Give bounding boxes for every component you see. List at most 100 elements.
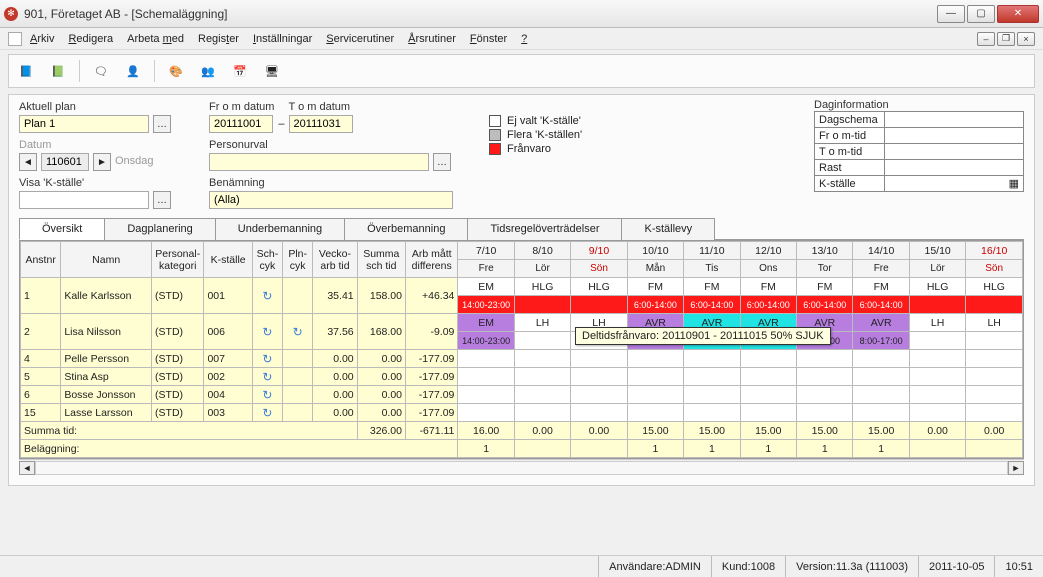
toolbar-btn-7[interactable]: 📅 bbox=[229, 60, 251, 82]
grid-hscroll[interactable]: ◄ ► bbox=[19, 459, 1024, 475]
picker-personurval[interactable]: … bbox=[433, 153, 451, 171]
col-header[interactable]: Anstnr bbox=[21, 242, 61, 278]
menu-arkiv[interactable]: Arkiv bbox=[30, 33, 54, 45]
day-cell[interactable]: EM bbox=[458, 278, 514, 296]
menu-arsrutiner[interactable]: Årsrutiner bbox=[408, 33, 456, 45]
toolbar-btn-3[interactable]: 🗨 bbox=[90, 60, 112, 82]
tab-tidsregelöverträdelser[interactable]: Tidsregelöverträdelser bbox=[467, 218, 622, 240]
sch-icon[interactable]: ↻ bbox=[262, 289, 272, 303]
day-cell[interactable] bbox=[797, 404, 853, 422]
day-cell[interactable] bbox=[571, 404, 627, 422]
day-cell[interactable] bbox=[514, 368, 570, 386]
day-header[interactable]: 13/10 bbox=[797, 242, 853, 260]
day-cell[interactable] bbox=[797, 350, 853, 368]
close-button[interactable]: ✕ bbox=[997, 5, 1039, 23]
toolbar-btn-2[interactable]: 📗 bbox=[47, 60, 69, 82]
sch-icon[interactable]: ↻ bbox=[262, 370, 272, 384]
table-row[interactable]: 5Stina Asp(STD)002↻0.000.00-177.09 bbox=[21, 368, 1023, 386]
day-cell[interactable] bbox=[684, 386, 740, 404]
day-cell[interactable]: FM bbox=[853, 278, 909, 296]
day-cell[interactable] bbox=[797, 386, 853, 404]
sch-icon[interactable]: ↻ bbox=[262, 388, 272, 402]
table-row[interactable]: 1Kalle Karlsson(STD)001↻35.41158.00+46.3… bbox=[21, 278, 1023, 296]
day-cell[interactable]: FM bbox=[627, 278, 683, 296]
day-cell[interactable] bbox=[627, 404, 683, 422]
col-header[interactable]: Namn bbox=[61, 242, 152, 278]
day-cell[interactable] bbox=[966, 386, 1023, 404]
input-from-date[interactable] bbox=[209, 115, 273, 133]
day-cell[interactable] bbox=[571, 350, 627, 368]
day-cell[interactable]: LH bbox=[514, 314, 570, 332]
day-cell[interactable] bbox=[966, 368, 1023, 386]
input-aktuell-plan[interactable] bbox=[19, 115, 149, 133]
day-header[interactable]: 14/10 bbox=[853, 242, 909, 260]
menu-fonster[interactable]: Fönster bbox=[470, 33, 507, 45]
day-cell[interactable] bbox=[853, 404, 909, 422]
tab-k-ställevy[interactable]: K-ställevy bbox=[621, 218, 715, 240]
col-header[interactable]: Vecko-arb tid bbox=[313, 242, 357, 278]
day-header[interactable]: 10/10 bbox=[627, 242, 683, 260]
day-cell[interactable] bbox=[740, 386, 796, 404]
tab-underbemanning[interactable]: Underbemanning bbox=[215, 218, 345, 240]
col-header[interactable]: Pln-cyk bbox=[283, 242, 313, 278]
tab-överbemanning[interactable]: Överbemanning bbox=[344, 218, 468, 240]
sch-icon[interactable]: ↻ bbox=[262, 325, 272, 339]
day-cell[interactable] bbox=[458, 350, 514, 368]
scroll-right[interactable]: ► bbox=[1008, 461, 1024, 475]
day-cell[interactable] bbox=[684, 368, 740, 386]
col-header[interactable]: Sch-cyk bbox=[252, 242, 282, 278]
day-header[interactable]: 7/10 bbox=[458, 242, 514, 260]
day-cell[interactable]: AVR bbox=[853, 314, 909, 332]
day-cell[interactable]: FM bbox=[740, 278, 796, 296]
day-cell[interactable]: HLG bbox=[909, 278, 965, 296]
day-cell[interactable] bbox=[909, 404, 965, 422]
sch-icon[interactable]: ↻ bbox=[262, 406, 272, 420]
menu-register[interactable]: Register bbox=[198, 33, 239, 45]
day-cell[interactable] bbox=[571, 386, 627, 404]
day-cell[interactable]: LH bbox=[966, 314, 1023, 332]
sch-icon[interactable]: ↻ bbox=[262, 352, 272, 366]
day-cell[interactable] bbox=[514, 350, 570, 368]
day-cell[interactable] bbox=[514, 386, 570, 404]
day-header[interactable]: 9/10 bbox=[571, 242, 627, 260]
scroll-track[interactable] bbox=[35, 461, 1008, 475]
mdi-minimize-button[interactable]: – bbox=[977, 32, 995, 46]
day-cell[interactable] bbox=[684, 404, 740, 422]
col-header[interactable]: Personal-kategori bbox=[152, 242, 204, 278]
schedule-grid[interactable]: AnstnrNamnPersonal-kategoriK-ställeSch-c… bbox=[19, 240, 1024, 459]
date-next[interactable]: ► bbox=[93, 153, 111, 171]
tab-dagplanering[interactable]: Dagplanering bbox=[104, 218, 215, 240]
col-header[interactable]: Arb måttdifferens bbox=[406, 242, 458, 278]
tab-översikt[interactable]: Översikt bbox=[19, 218, 105, 240]
day-cell[interactable] bbox=[740, 350, 796, 368]
mdi-system-icon[interactable] bbox=[8, 32, 22, 46]
day-cell[interactable]: HLG bbox=[571, 278, 627, 296]
table-row[interactable]: 15Lasse Larsson(STD)003↻0.000.00-177.09 bbox=[21, 404, 1023, 422]
input-tom-date[interactable] bbox=[289, 115, 353, 133]
toolbar-btn-4[interactable]: 👤 bbox=[122, 60, 144, 82]
day-cell[interactable] bbox=[627, 368, 683, 386]
day-cell[interactable] bbox=[909, 368, 965, 386]
toolbar-btn-1[interactable]: 📘 bbox=[15, 60, 37, 82]
day-header[interactable]: 8/10 bbox=[514, 242, 570, 260]
col-header[interactable]: K-ställe bbox=[204, 242, 252, 278]
day-cell[interactable]: FM bbox=[797, 278, 853, 296]
toolbar-btn-8[interactable]: 🖥 bbox=[261, 60, 283, 82]
table-row[interactable]: 4Pelle Persson(STD)007↻0.000.00-177.09 bbox=[21, 350, 1023, 368]
day-cell[interactable] bbox=[740, 368, 796, 386]
day-cell[interactable] bbox=[627, 350, 683, 368]
day-cell[interactable] bbox=[853, 350, 909, 368]
menu-arbeta-med[interactable]: Arbeta med bbox=[127, 33, 184, 45]
pln-icon[interactable]: ↻ bbox=[293, 325, 303, 339]
table-row[interactable]: 6Bosse Jonsson(STD)004↻0.000.00-177.09 bbox=[21, 386, 1023, 404]
day-cell[interactable]: LH bbox=[909, 314, 965, 332]
menu-installningar[interactable]: Inställningar bbox=[253, 33, 312, 45]
day-cell[interactable] bbox=[966, 350, 1023, 368]
date-prev[interactable]: ◄ bbox=[19, 153, 37, 171]
day-cell[interactable] bbox=[909, 386, 965, 404]
day-header[interactable]: 16/10 bbox=[966, 242, 1023, 260]
input-personurval[interactable] bbox=[209, 153, 429, 171]
picker-visa-kstalle[interactable]: … bbox=[153, 191, 171, 209]
scroll-left[interactable]: ◄ bbox=[19, 461, 35, 475]
day-cell[interactable]: HLG bbox=[514, 278, 570, 296]
